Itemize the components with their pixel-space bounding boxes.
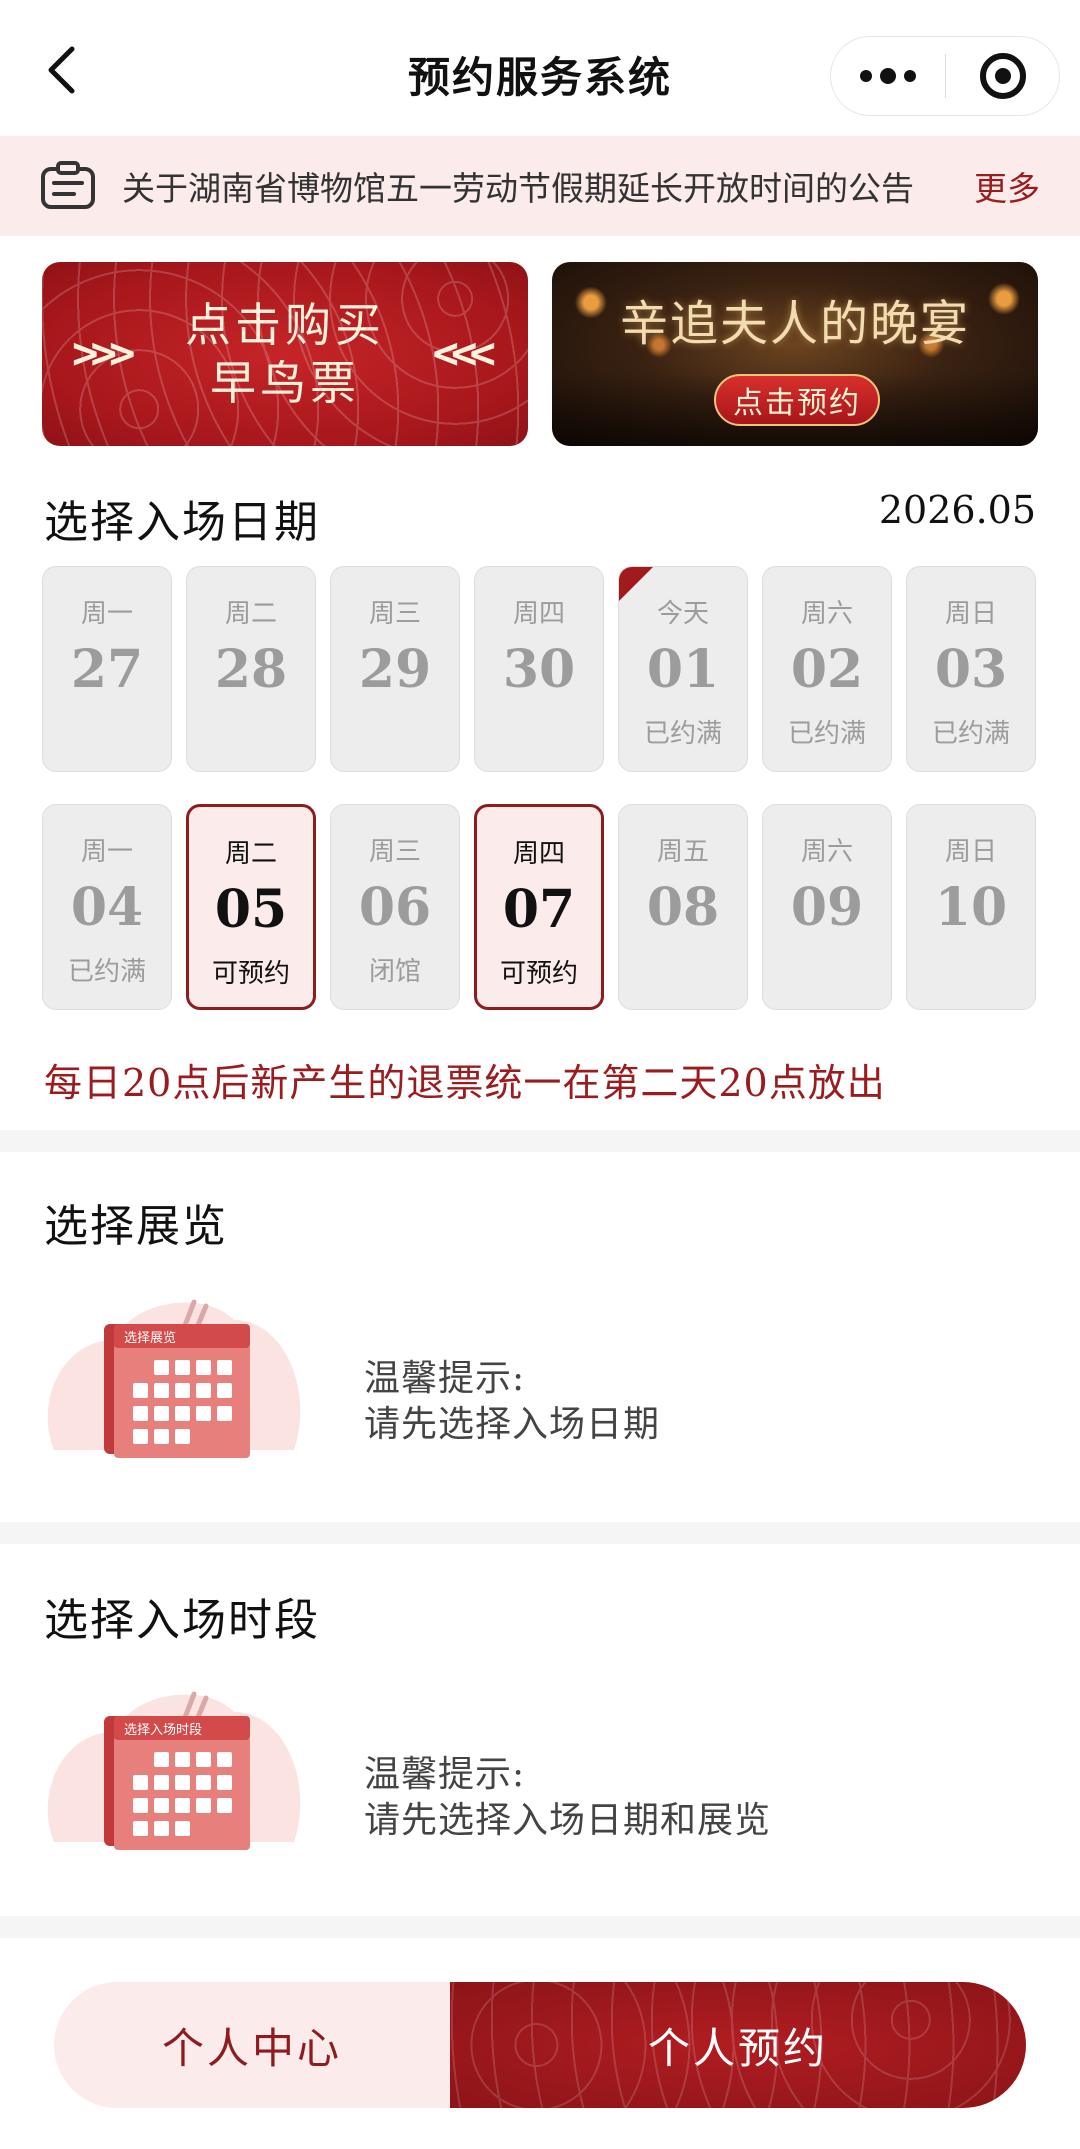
current-month: 2026.05 [878, 488, 1036, 532]
section-divider [0, 1522, 1080, 1544]
personal-center-button[interactable]: 个人中心 [54, 1982, 450, 2108]
close-miniprogram-button[interactable] [946, 37, 1059, 115]
date-cell-01-today[interactable]: 今天 01 已约满 [618, 566, 748, 772]
tip-title: 温馨提示: [364, 1754, 526, 1795]
date-cell-03[interactable]: 周日 03 已约满 [906, 566, 1036, 772]
date-cell-10[interactable]: 周日 10 [906, 804, 1036, 1010]
exhibition-tip: 温馨提示: 请先选择入场日期 [364, 1356, 660, 1448]
refund-notice: 每日20点后新产生的退票统一在第二天20点放出 [44, 1061, 886, 1105]
announcement-icon [41, 161, 95, 209]
date-cell-27[interactable]: 周一 27 [42, 566, 172, 772]
date-cell-28[interactable]: 周二 28 [186, 566, 316, 772]
announcement-bar[interactable]: 关于湖南省博物馆五一劳动节假期延长开放时间的公告 更多 [0, 136, 1080, 236]
date-cell-29[interactable]: 周三 29 [330, 566, 460, 772]
bottom-pill: 个人中心 个人预约 [54, 1982, 1026, 2108]
today-marker [619, 567, 653, 601]
date-cell-30[interactable]: 周四 30 [474, 566, 604, 772]
tip-title: 温馨提示: [364, 1358, 526, 1399]
nav-header: 预约服务系统 [0, 0, 1080, 136]
bottom-action-bar: 个人中心 个人预约 [0, 1960, 1080, 2149]
calendar-illustration-icon: 选择展览 [47, 1299, 301, 1458]
event-banner[interactable]: 辛追夫人的晚宴 点击预约 [552, 262, 1038, 446]
date-cell-09[interactable]: 周六 09 [762, 804, 892, 1010]
announcement-text: 关于湖南省博物馆五一劳动节假期延长开放时间的公告 [122, 169, 914, 208]
section-divider [0, 1130, 1080, 1152]
date-cell-06-closed[interactable]: 周三 06 闭馆 [330, 804, 460, 1010]
event-book-button[interactable]: 点击预约 [714, 374, 880, 426]
date-section-title: 选择入场日期 [44, 497, 320, 548]
date-cell-04[interactable]: 周一 04 已约满 [42, 804, 172, 1010]
target-icon [979, 53, 1026, 99]
event-banner-title: 辛追夫人的晚宴 [619, 296, 970, 352]
timeslot-tip: 温馨提示: 请先选择入场日期和展览 [364, 1752, 771, 1844]
date-cell-08[interactable]: 周五 08 [618, 804, 748, 1010]
miniprogram-capsule [830, 36, 1060, 116]
calendar-week-2: 周一 04 已约满 周二 05 可预约 周三 06 闭馆 周四 07 可预约 周五 08 周六 09… [42, 804, 1038, 1010]
double-chevron-left-icon: <<< [432, 328, 497, 379]
timeslot-section-title: 选择入场时段 [44, 1595, 320, 1646]
date-cell-07-available[interactable]: 周四 07 可预约 [474, 804, 604, 1010]
date-cell-05-available[interactable]: 周二 05 可预约 [186, 804, 316, 1010]
svg-text:选择入场时段: 选择入场时段 [124, 1723, 202, 1738]
early-bird-banner[interactable]: >>> 点击购买 早鸟票 <<< [42, 262, 528, 446]
more-menu-button[interactable] [831, 37, 945, 115]
exhibition-section-title: 选择展览 [44, 1201, 228, 1252]
announcement-more-link[interactable]: 更多 [974, 162, 1040, 210]
svg-text:选择展览: 选择展览 [124, 1330, 176, 1346]
section-divider [0, 1916, 1080, 1938]
tip-text: 请先选择入场日期 [364, 1404, 661, 1445]
calendar-week-1: 周一 27 周二 28 周三 29 周四 30 今天 01 已约满 周六 02 已约满 周日 03… [42, 566, 1038, 772]
calendar-illustration-icon: 选择入场时段 [47, 1691, 301, 1850]
tip-text: 请先选择入场日期和展览 [364, 1800, 772, 1841]
my-booking-button[interactable]: 个人预约 [450, 1982, 1026, 2108]
my-booking-label: 个人预约 [647, 2023, 828, 2073]
date-cell-02[interactable]: 周六 02 已约满 [762, 566, 892, 772]
